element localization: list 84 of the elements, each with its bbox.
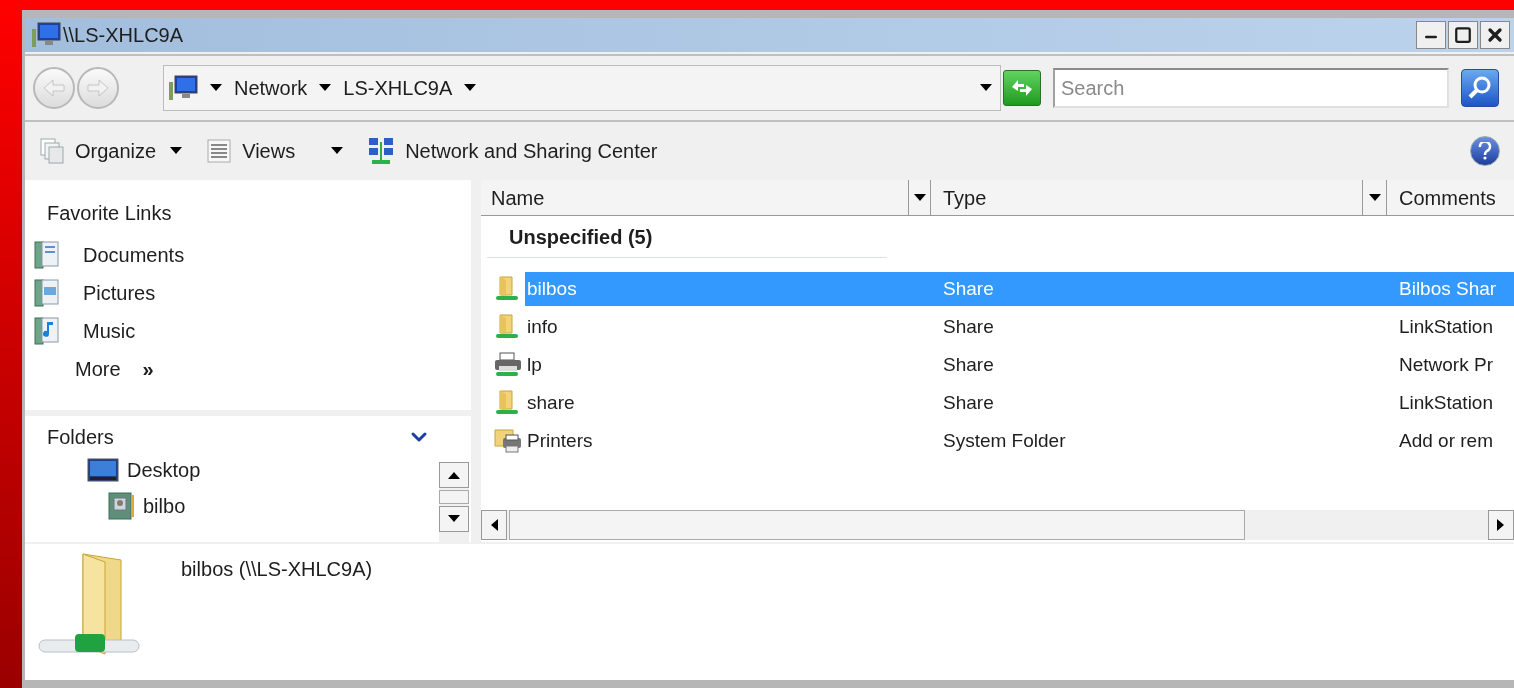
close-button[interactable] bbox=[1480, 21, 1510, 49]
pane-heading: Favorite Links bbox=[46, 201, 173, 226]
printers-folder-icon bbox=[493, 427, 523, 455]
file-name: info bbox=[526, 314, 559, 339]
file-type: Share bbox=[943, 314, 995, 339]
music-icon bbox=[33, 316, 61, 346]
details-title: bilbos (\\LS-XHLC9A) bbox=[181, 557, 373, 582]
refresh-button[interactable] bbox=[1003, 70, 1041, 106]
scroll-down-button[interactable] bbox=[439, 506, 469, 532]
documents-icon bbox=[33, 240, 61, 270]
caret-icon bbox=[319, 84, 332, 92]
network-icon bbox=[367, 136, 396, 166]
printer-icon bbox=[493, 351, 523, 379]
file-row[interactable]: Printers System Folder Add or rem bbox=[481, 422, 1514, 460]
file-comment: LinkStation bbox=[1399, 314, 1493, 339]
maximize-button[interactable] bbox=[1448, 21, 1478, 49]
maximize-icon bbox=[1454, 26, 1472, 44]
file-comment: LinkStation bbox=[1399, 390, 1493, 415]
file-name: lp bbox=[526, 352, 543, 377]
minimize-button[interactable] bbox=[1416, 21, 1446, 49]
scroll-right-button[interactable] bbox=[1488, 510, 1514, 540]
scroll-left-button[interactable] bbox=[481, 510, 507, 540]
file-type: Share bbox=[943, 276, 995, 301]
computer-icon bbox=[31, 21, 61, 49]
forward-arrow-icon bbox=[86, 78, 110, 98]
address-bar[interactable]: Network LS-XHLC9A bbox=[163, 65, 1001, 111]
scrollbar-thumb[interactable] bbox=[439, 490, 469, 504]
file-row[interactable]: info Share LinkStation bbox=[481, 308, 1514, 346]
file-name: Printers bbox=[526, 428, 594, 453]
favorite-link[interactable]: Pictures bbox=[25, 274, 471, 312]
favorite-link[interactable]: Documents bbox=[25, 236, 471, 274]
toolbar-button[interactable]: Views bbox=[206, 136, 344, 166]
file-row[interactable]: share Share LinkStation bbox=[481, 384, 1514, 422]
caret-icon bbox=[331, 147, 344, 155]
horizontal-scrollbar[interactable] bbox=[481, 510, 1514, 540]
scrollbar-thumb[interactable] bbox=[509, 510, 1245, 540]
file-type: Share bbox=[943, 390, 995, 415]
pictures-icon bbox=[33, 278, 61, 308]
tree-item[interactable]: bilbo bbox=[25, 488, 439, 524]
caret-icon bbox=[210, 84, 222, 92]
scroll-down-icon bbox=[448, 515, 460, 523]
caret-icon bbox=[170, 147, 183, 155]
scroll-left-icon bbox=[490, 519, 498, 531]
file-comment: Bilbos Shar bbox=[1399, 276, 1497, 301]
search-field[interactable]: Search bbox=[1053, 68, 1449, 108]
column-header[interactable]: Name bbox=[481, 180, 909, 215]
caret-icon bbox=[913, 193, 926, 202]
tree-item[interactable]: Desktop bbox=[25, 452, 439, 488]
desktop-icon bbox=[87, 458, 119, 482]
toolbar-button[interactable]: Organize bbox=[39, 136, 183, 166]
help-icon bbox=[1478, 142, 1492, 160]
toolbar-button[interactable]: Network and Sharing Center bbox=[367, 136, 658, 166]
search-button[interactable] bbox=[1461, 69, 1499, 107]
file-name: share bbox=[526, 390, 576, 415]
back-arrow-icon bbox=[42, 78, 66, 98]
window-title: \\LS-XHLC9A bbox=[63, 23, 184, 48]
pages-icon bbox=[39, 137, 65, 165]
more-link[interactable]: More » bbox=[25, 350, 471, 388]
user-folder-icon bbox=[107, 491, 135, 521]
pane-heading: Folders bbox=[47, 425, 114, 450]
caret-icon bbox=[1368, 193, 1381, 202]
file-comment: Network Pr bbox=[1399, 352, 1493, 377]
file-type: Share bbox=[943, 352, 995, 377]
group-heading: Unspecified (5) bbox=[509, 224, 653, 250]
file-name: bilbos bbox=[526, 276, 578, 301]
breadcrumb[interactable]: LS-XHLC9A bbox=[343, 73, 453, 103]
vertical-scrollbar[interactable] bbox=[439, 462, 469, 542]
help-button[interactable] bbox=[1470, 136, 1500, 166]
file-row[interactable]: lp Share Network Pr bbox=[481, 346, 1514, 384]
column-header[interactable]: Comments bbox=[1387, 180, 1514, 215]
caret-icon bbox=[464, 84, 477, 92]
scroll-right-icon bbox=[1497, 519, 1505, 531]
scroll-up-icon bbox=[448, 471, 460, 479]
close-icon bbox=[1485, 25, 1505, 45]
column-header[interactable]: Type bbox=[931, 180, 1363, 215]
list-view-icon bbox=[206, 138, 233, 164]
favorite-link[interactable]: Music bbox=[25, 312, 471, 350]
search-icon bbox=[1467, 75, 1493, 101]
scroll-up-button[interactable] bbox=[439, 462, 469, 488]
file-comment: Add or rem bbox=[1399, 428, 1493, 453]
breadcrumb[interactable]: Network bbox=[234, 73, 308, 103]
computer-icon bbox=[168, 74, 198, 102]
file-type: System Folder bbox=[943, 428, 1067, 453]
dropdown-caret-icon bbox=[980, 84, 992, 92]
